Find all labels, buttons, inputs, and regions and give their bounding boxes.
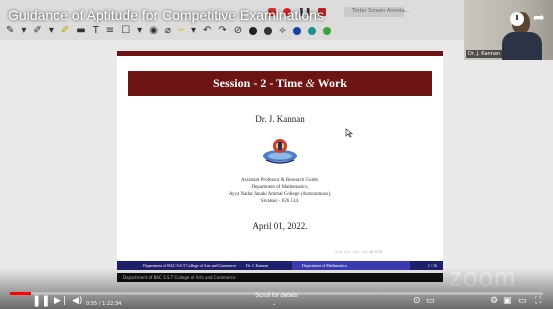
chevron-down-icon[interactable]: ▾ xyxy=(137,25,142,37)
color-teal-swatch[interactable] xyxy=(307,27,316,35)
settings-icon[interactable]: ⚙ xyxy=(490,295,498,307)
highlighter-icon[interactable]: ✐ xyxy=(61,25,69,37)
color-blue-swatch[interactable] xyxy=(292,27,301,35)
affil-line: Assistant Professor & Research Guide, xyxy=(241,178,319,183)
slide-title-ampersand: & xyxy=(305,76,315,90)
align-icon[interactable]: ≡ xyxy=(106,25,114,37)
color-black-swatch[interactable] xyxy=(249,27,258,35)
presenter-body xyxy=(502,32,542,60)
fullscreen-icon[interactable]: ⛶ xyxy=(535,295,541,307)
share-icon[interactable]: ➦ xyxy=(533,10,545,26)
clear-icon[interactable]: ⊘ xyxy=(234,25,242,37)
participant-name: Dr. J. Kannan xyxy=(466,50,503,58)
video-title[interactable]: Guidance of Aptitude for Competitive Exa… xyxy=(8,7,324,23)
marker-tool-icon[interactable]: ✐ xyxy=(33,25,41,37)
redo-icon[interactable]: ↷ xyxy=(218,25,226,37)
next-icon[interactable]: ▶❘ xyxy=(54,295,68,307)
player-controls: ❚❚ ▶❘ ◀) 0:55 / 1:22:34 ⊙ ▭ ⚙ ▣ ▭ ⛶ xyxy=(0,293,553,309)
recording-text: Tinter Screen Annota... xyxy=(352,8,410,14)
pointer-icon[interactable]: ⟡ xyxy=(279,25,286,37)
beamer-nav-symbols: ◁ ▷ ◁ ▷ ◁ ▷ ◁ ▷ ⇄ ⟲ ⟳ xyxy=(335,249,383,254)
eraser-icon[interactable]: ⌀ xyxy=(165,25,171,37)
theater-mode-icon[interactable]: ▭ xyxy=(518,295,527,307)
watch-later-icon[interactable] xyxy=(510,12,524,26)
record-icon[interactable]: ◉ xyxy=(149,25,158,37)
slide-top-bar xyxy=(117,51,443,56)
slide-author: Dr. J. Kannan xyxy=(255,114,305,124)
affil-line: Sivakasi - 626 124. xyxy=(260,199,300,204)
square-icon[interactable]: ☐ xyxy=(121,25,130,37)
slide-title-suffix: Work xyxy=(314,76,348,90)
color-green-swatch[interactable] xyxy=(322,27,331,35)
color-dark-swatch[interactable] xyxy=(264,27,273,35)
time-display: 0:55 / 1:22:34 xyxy=(86,301,122,307)
slide-date: April 01, 2022. xyxy=(252,221,308,231)
mouse-cursor-icon xyxy=(345,128,353,138)
subtitles-icon[interactable]: ▭ xyxy=(426,295,435,307)
rectangle-icon[interactable]: ▬ xyxy=(76,25,85,37)
presentation-slide: Session - 2 - Time & Work Dr. J. Kannan … xyxy=(117,51,443,270)
webcam-thumbnail: Dr. J. Kannan xyxy=(464,0,553,60)
affil-line: Department of Mathematics, xyxy=(251,185,309,190)
chevron-down-icon[interactable]: ▾ xyxy=(191,25,196,37)
miniplayer-icon[interactable]: ▣ xyxy=(503,295,512,307)
volume-icon[interactable]: ◀) xyxy=(72,295,82,307)
affil-line: Ayya Nadar Janaki Ammal College (Autonom… xyxy=(228,192,332,197)
pause-icon[interactable]: ❚❚ xyxy=(32,295,50,307)
slide-affiliation: Assistant Professor & Research Guide, De… xyxy=(117,177,443,205)
text-tool-icon[interactable]: T xyxy=(93,25,99,37)
line-tool-icon[interactable]: ━ xyxy=(178,25,184,37)
slide-title: Session - 2 - Time & Work xyxy=(128,71,432,96)
undo-icon[interactable]: ↶ xyxy=(203,25,211,37)
pen-tool-icon[interactable]: ✎ xyxy=(6,25,14,37)
annotation-tools: ✎ ▾ ✐ ▾ ✐ ▬ T ≡ ☐ ▾ ◉ ⌀ ━ ▾ ↶ ↷ ⊘ ⟡ xyxy=(6,24,331,38)
chevron-down-icon[interactable]: ▾ xyxy=(21,25,26,37)
slide-title-prefix: Session - 2 - Time xyxy=(212,76,306,90)
autoplay-toggle[interactable]: ⊙ xyxy=(413,295,421,307)
college-emblem-icon xyxy=(263,139,297,164)
video-player[interactable]: ✎ ▾ ✐ ▾ ✐ ▬ T ≡ ☐ ▾ ◉ ⌀ ━ ▾ ↶ ↷ ⊘ ⟡ ❚❚ T… xyxy=(0,0,553,309)
chevron-down-icon[interactable]: ▾ xyxy=(49,25,54,37)
